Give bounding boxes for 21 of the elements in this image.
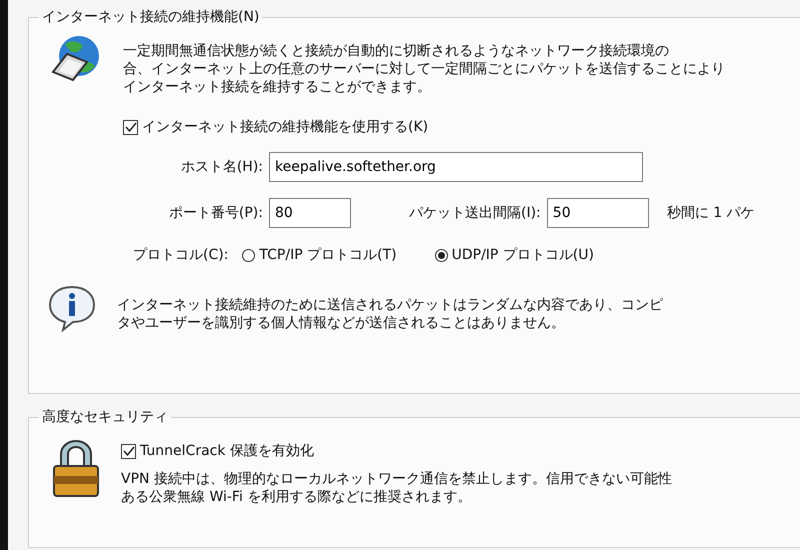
keepalive-checkbox[interactable]: インターネット接続の維持機能を使用する(K) — [123, 118, 725, 136]
protocol-label: プロトコル(C): — [133, 246, 228, 264]
interval-unit: 秒間に 1 パケ — [666, 204, 755, 222]
info-icon — [47, 284, 97, 332]
host-input[interactable]: keepalive.softether.org — [269, 152, 643, 182]
port-label: ポート番号(P): — [168, 204, 263, 222]
protocol-radio[interactable]: UDP/IP プロトコル(U) — [434, 246, 594, 264]
port-input[interactable]: 80 — [269, 198, 351, 228]
protocol-radio[interactable]: TCP/IP プロトコル(T) — [242, 246, 397, 264]
check-icon — [124, 121, 136, 133]
interval-input[interactable]: 50 — [546, 198, 649, 228]
note-text: インターネット接続維持のために送信されるパケットはランダムな内容であり、コンピ タやユーザーを識別する個人情報などが送信されることはありません。 — [117, 296, 663, 332]
check-icon — [122, 445, 134, 457]
group-title: インターネット接続の維持機能(N) — [41, 8, 260, 26]
security-description: VPN 接続中は、物理的なローカルネットワーク通信を禁止します。信用できない可能性 ある公衆無線 Wi-Fi を利用する際などに推奨されます。 — [121, 470, 672, 506]
tunnelcrack-checkbox[interactable]: TunnelCrack 保護を有効化 — [121, 442, 672, 460]
interval-label: パケット送出間隔(I): — [409, 204, 541, 222]
group-title: 高度なセキュリティ — [41, 408, 169, 426]
padlock-icon — [51, 438, 101, 498]
host-label: ホスト名(H): — [180, 158, 263, 176]
description-text: 一定期間無通信状態が続くと接続が自動的に切断されるようなネットワーク接続環境の 合、インターネット上の任意のサーバーに対して一定間隔ごとにパケットを送信することにより インターネット接続を維持することができます。 — [123, 42, 725, 96]
